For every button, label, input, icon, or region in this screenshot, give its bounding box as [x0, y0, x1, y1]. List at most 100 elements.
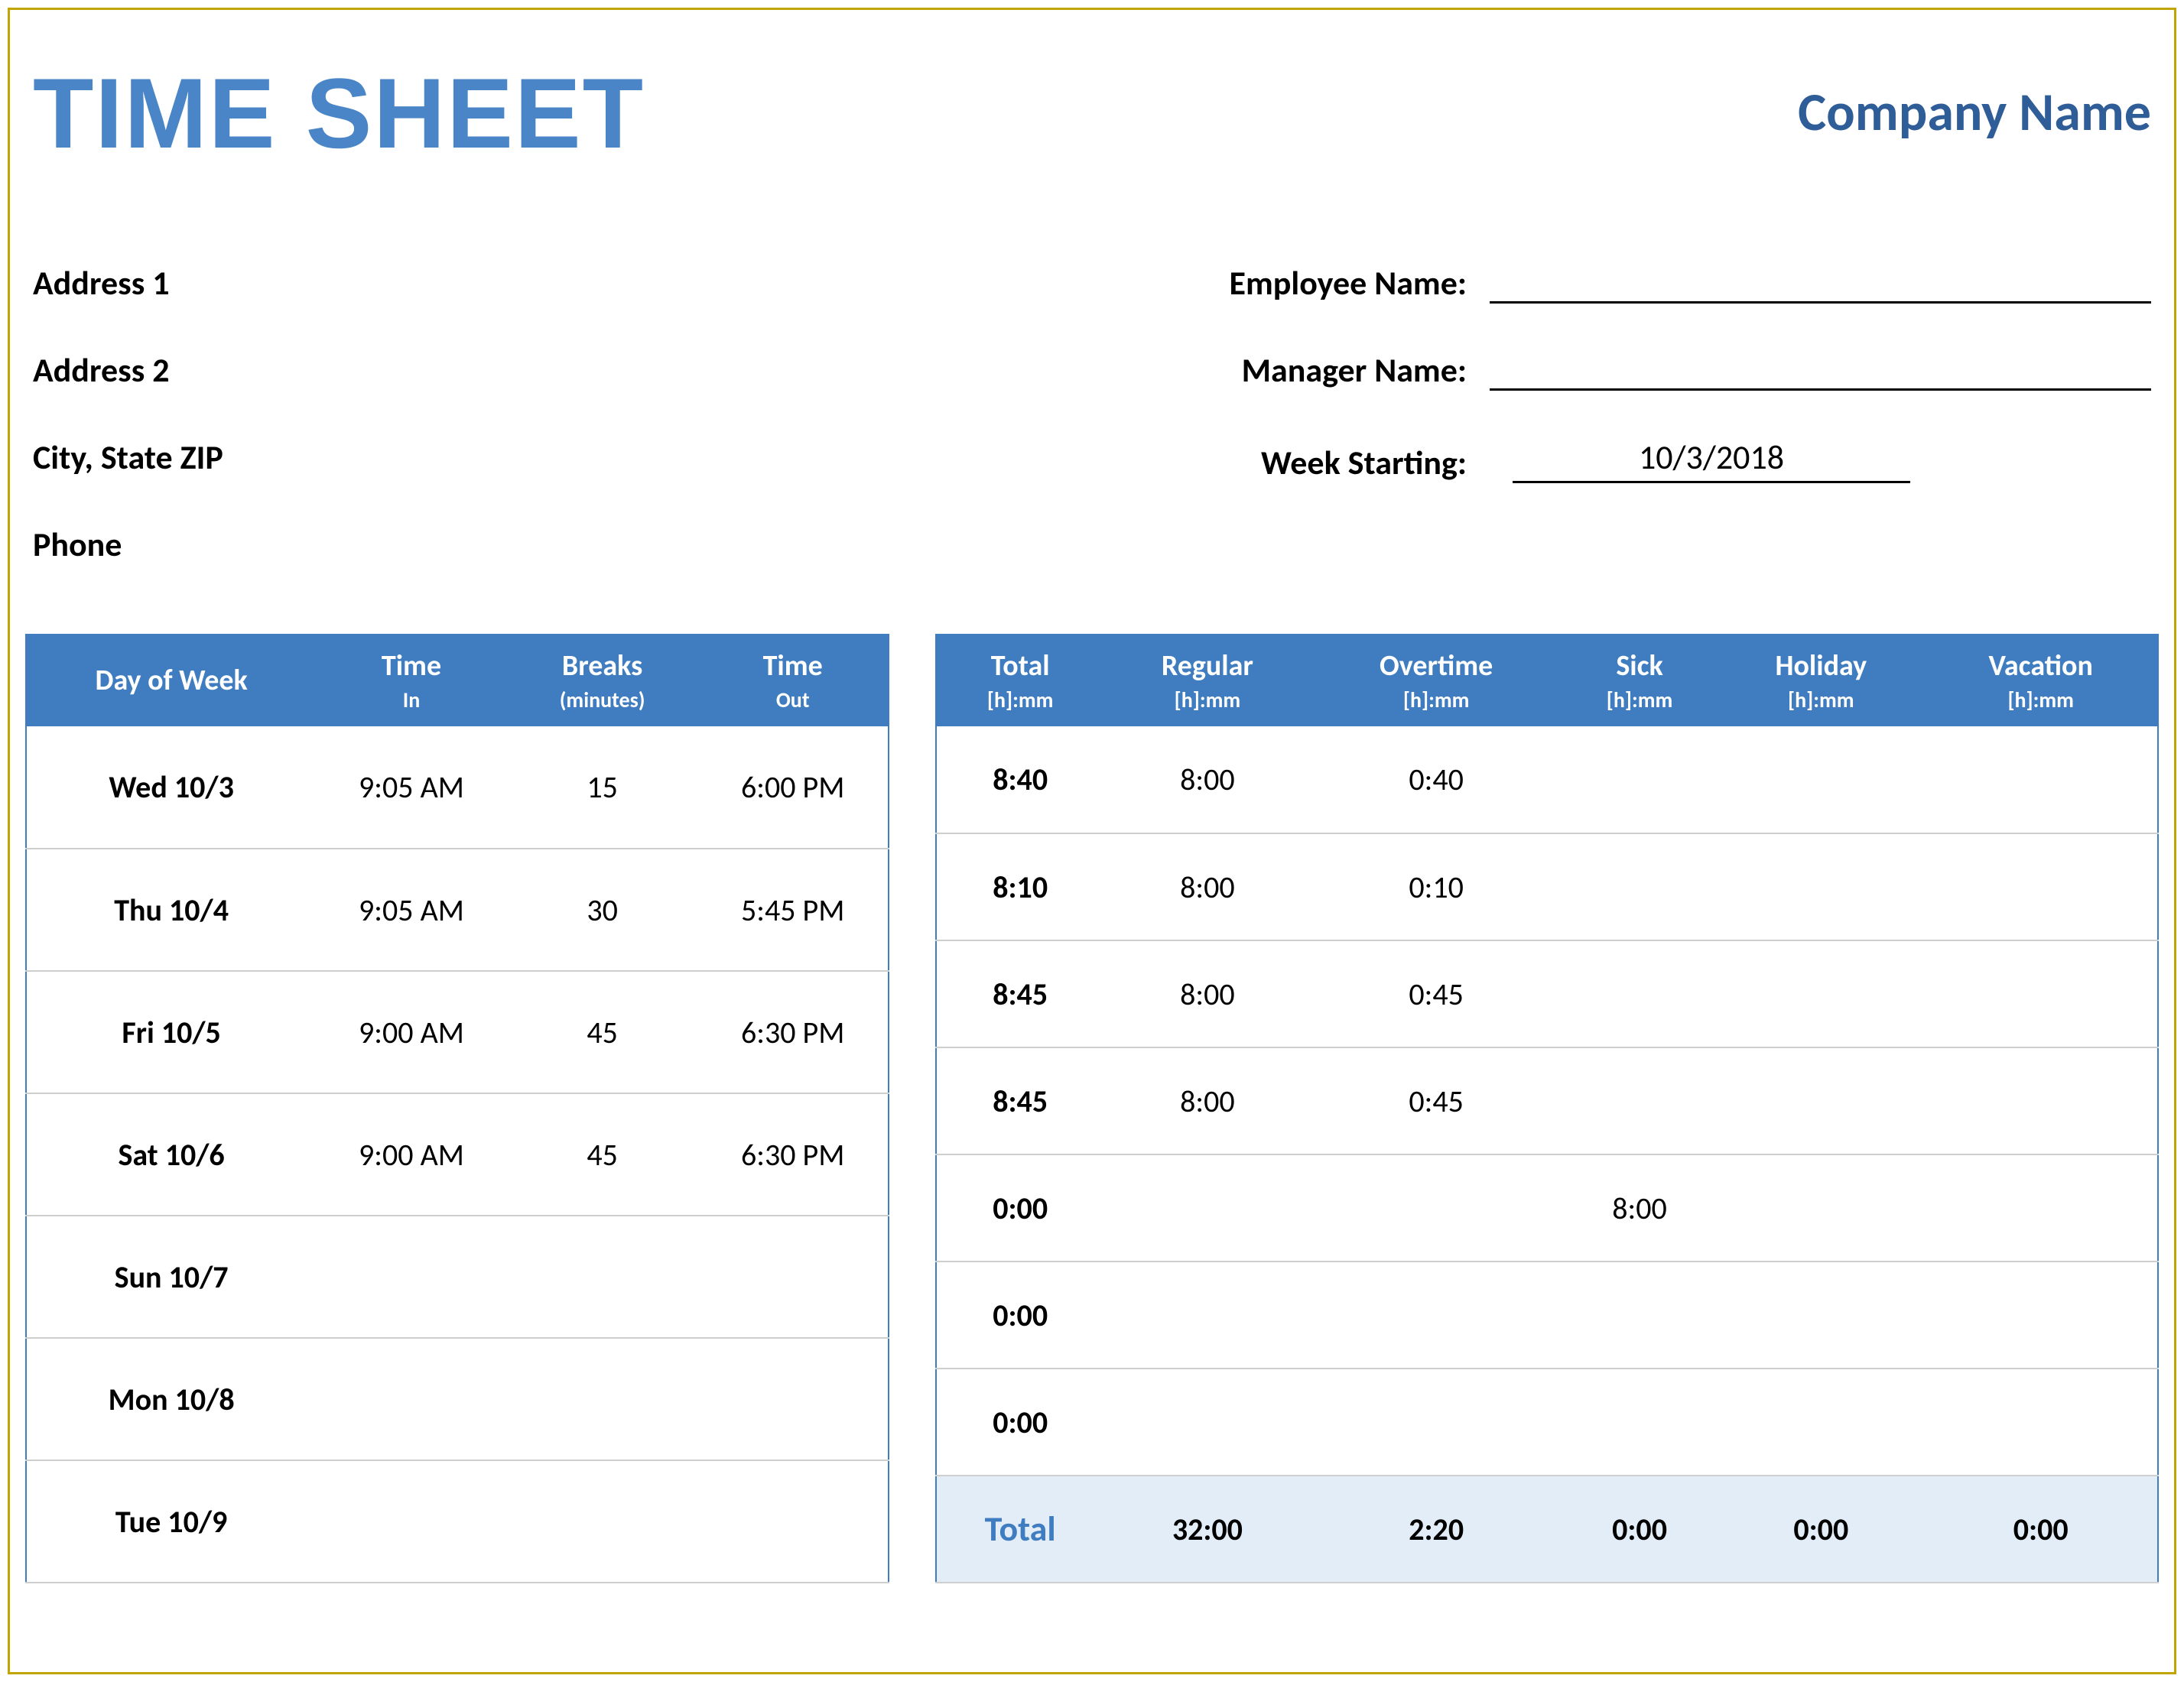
cell-overtime[interactable]: 0:45	[1311, 940, 1561, 1047]
cell-regular[interactable]	[1103, 1369, 1311, 1476]
cell-day[interactable]: Mon 10/8	[26, 1338, 316, 1460]
cell-breaks[interactable]: 30	[507, 849, 698, 971]
cell-time-out[interactable]	[697, 1338, 889, 1460]
col-day: Day of Week	[26, 635, 316, 726]
col-vacation-label: Vacation	[1989, 648, 2093, 684]
cell-day[interactable]: Fri 10/5	[26, 971, 316, 1093]
cell-breaks[interactable]: 45	[507, 971, 698, 1093]
cell-vacation[interactable]	[1924, 1047, 2158, 1154]
cell-holiday[interactable]	[1718, 1047, 1924, 1154]
cell-breaks[interactable]	[507, 1460, 698, 1583]
cell-holiday[interactable]	[1718, 833, 1924, 940]
cell-sick[interactable]	[1562, 833, 1718, 940]
cell-overtime[interactable]: 0:45	[1311, 1047, 1561, 1154]
cell-sick[interactable]	[1562, 940, 1718, 1047]
totals-row: Total 32:00 2:20 0:00 0:00 0:00	[936, 1476, 2158, 1583]
cell-regular[interactable]: 8:00	[1103, 726, 1311, 833]
col-vacation: Vacation [h]:mm	[1924, 635, 2158, 726]
cell-vacation[interactable]	[1924, 1262, 2158, 1369]
cell-sick[interactable]	[1562, 1369, 1718, 1476]
cell-overtime[interactable]: 0:40	[1311, 726, 1561, 833]
cell-holiday[interactable]	[1718, 1262, 1924, 1369]
table-row: 8:458:000:45	[936, 1047, 2158, 1154]
cell-time-out[interactable]: 6:00 PM	[697, 726, 889, 849]
cell-holiday[interactable]	[1718, 726, 1924, 833]
cell-time-in[interactable]: 9:05 AM	[316, 849, 507, 971]
cell-breaks[interactable]: 45	[507, 1093, 698, 1216]
cell-total: 8:40	[936, 726, 1103, 833]
cell-day[interactable]: Thu 10/4	[26, 849, 316, 971]
cell-total: 8:45	[936, 940, 1103, 1047]
cell-sick[interactable]	[1562, 1047, 1718, 1154]
cell-total: 0:00	[936, 1369, 1103, 1476]
cell-day[interactable]: Tue 10/9	[26, 1460, 316, 1583]
cell-time-in[interactable]: 9:05 AM	[316, 726, 507, 849]
cell-holiday[interactable]	[1718, 1369, 1924, 1476]
cell-day[interactable]: Sat 10/6	[26, 1093, 316, 1216]
col-overtime-label: Overtime	[1380, 648, 1493, 684]
time-entry-table: Day of Week Time In Breaks (minutes) Tim…	[25, 634, 889, 1583]
cell-time-out[interactable]: 5:45 PM	[697, 849, 889, 971]
cell-time-in[interactable]: 9:00 AM	[316, 971, 507, 1093]
table-row: 8:408:000:40	[936, 726, 2158, 833]
totals-vacation: 0:00	[1924, 1476, 2158, 1583]
cell-overtime[interactable]: 0:10	[1311, 833, 1561, 940]
cell-regular[interactable]: 8:00	[1103, 940, 1311, 1047]
cell-holiday[interactable]	[1718, 1154, 1924, 1262]
cell-regular[interactable]	[1103, 1154, 1311, 1262]
col-time-in-label: Time	[382, 648, 441, 684]
cell-day[interactable]: Sun 10/7	[26, 1216, 316, 1338]
cell-regular[interactable]: 8:00	[1103, 1047, 1311, 1154]
cell-breaks[interactable]	[507, 1216, 698, 1338]
cell-total: 0:00	[936, 1154, 1103, 1262]
cell-vacation[interactable]	[1924, 1369, 2158, 1476]
cell-sick[interactable]	[1562, 726, 1718, 833]
cell-breaks[interactable]: 15	[507, 726, 698, 849]
cell-sick[interactable]: 8:00	[1562, 1154, 1718, 1262]
col-breaks: Breaks (minutes)	[507, 635, 698, 726]
manager-name-field[interactable]	[1490, 351, 2151, 391]
manager-name-label: Manager Name:	[1115, 349, 1482, 391]
address-2-label: Address 2	[33, 349, 1069, 391]
col-holiday-sub: [h]:mm	[1724, 687, 1918, 713]
cell-breaks[interactable]	[507, 1338, 698, 1460]
table-row: Fri 10/59:00 AM456:30 PM	[26, 971, 889, 1093]
cell-sick[interactable]	[1562, 1262, 1718, 1369]
cell-time-in[interactable]	[316, 1338, 507, 1460]
cell-overtime[interactable]	[1311, 1262, 1561, 1369]
cell-time-out[interactable]	[697, 1216, 889, 1338]
table-row: Sun 10/7	[26, 1216, 889, 1338]
cell-time-in[interactable]: 9:00 AM	[316, 1093, 507, 1216]
cell-time-out[interactable]: 6:30 PM	[697, 971, 889, 1093]
cell-holiday[interactable]	[1718, 940, 1924, 1047]
col-total-sub: [h]:mm	[943, 687, 1097, 713]
cell-regular[interactable]: 8:00	[1103, 833, 1311, 940]
cell-day[interactable]: Wed 10/3	[26, 726, 316, 849]
employee-name-field[interactable]	[1490, 264, 2151, 304]
cell-total: 0:00	[936, 1262, 1103, 1369]
week-starting-field[interactable]: 10/3/2018	[1513, 437, 1910, 483]
col-sick-label: Sick	[1616, 648, 1662, 684]
cell-vacation[interactable]	[1924, 940, 2158, 1047]
cell-time-out[interactable]: 6:30 PM	[697, 1093, 889, 1216]
col-overtime-sub: [h]:mm	[1317, 687, 1555, 713]
cell-vacation[interactable]	[1924, 726, 2158, 833]
cell-time-out[interactable]	[697, 1460, 889, 1583]
company-name: Company Name	[1798, 79, 2151, 144]
col-regular-sub: [h]:mm	[1110, 687, 1305, 713]
cell-vacation[interactable]	[1924, 1154, 2158, 1262]
table-row: 0:00	[936, 1262, 2158, 1369]
page-title: TIME SHEET	[33, 56, 645, 170]
cell-overtime[interactable]	[1311, 1154, 1561, 1262]
cell-overtime[interactable]	[1311, 1369, 1561, 1476]
table-row: 0:00 8:00	[936, 1154, 2158, 1262]
cell-time-in[interactable]	[316, 1460, 507, 1583]
col-vacation-sub: [h]:mm	[1930, 687, 2151, 713]
cell-vacation[interactable]	[1924, 833, 2158, 940]
col-sick: Sick [h]:mm	[1562, 635, 1718, 726]
col-sick-sub: [h]:mm	[1568, 687, 1711, 713]
cell-regular[interactable]	[1103, 1262, 1311, 1369]
cell-time-in[interactable]	[316, 1216, 507, 1338]
table-row: Mon 10/8	[26, 1338, 889, 1460]
col-time-in-sub: In	[322, 687, 501, 713]
